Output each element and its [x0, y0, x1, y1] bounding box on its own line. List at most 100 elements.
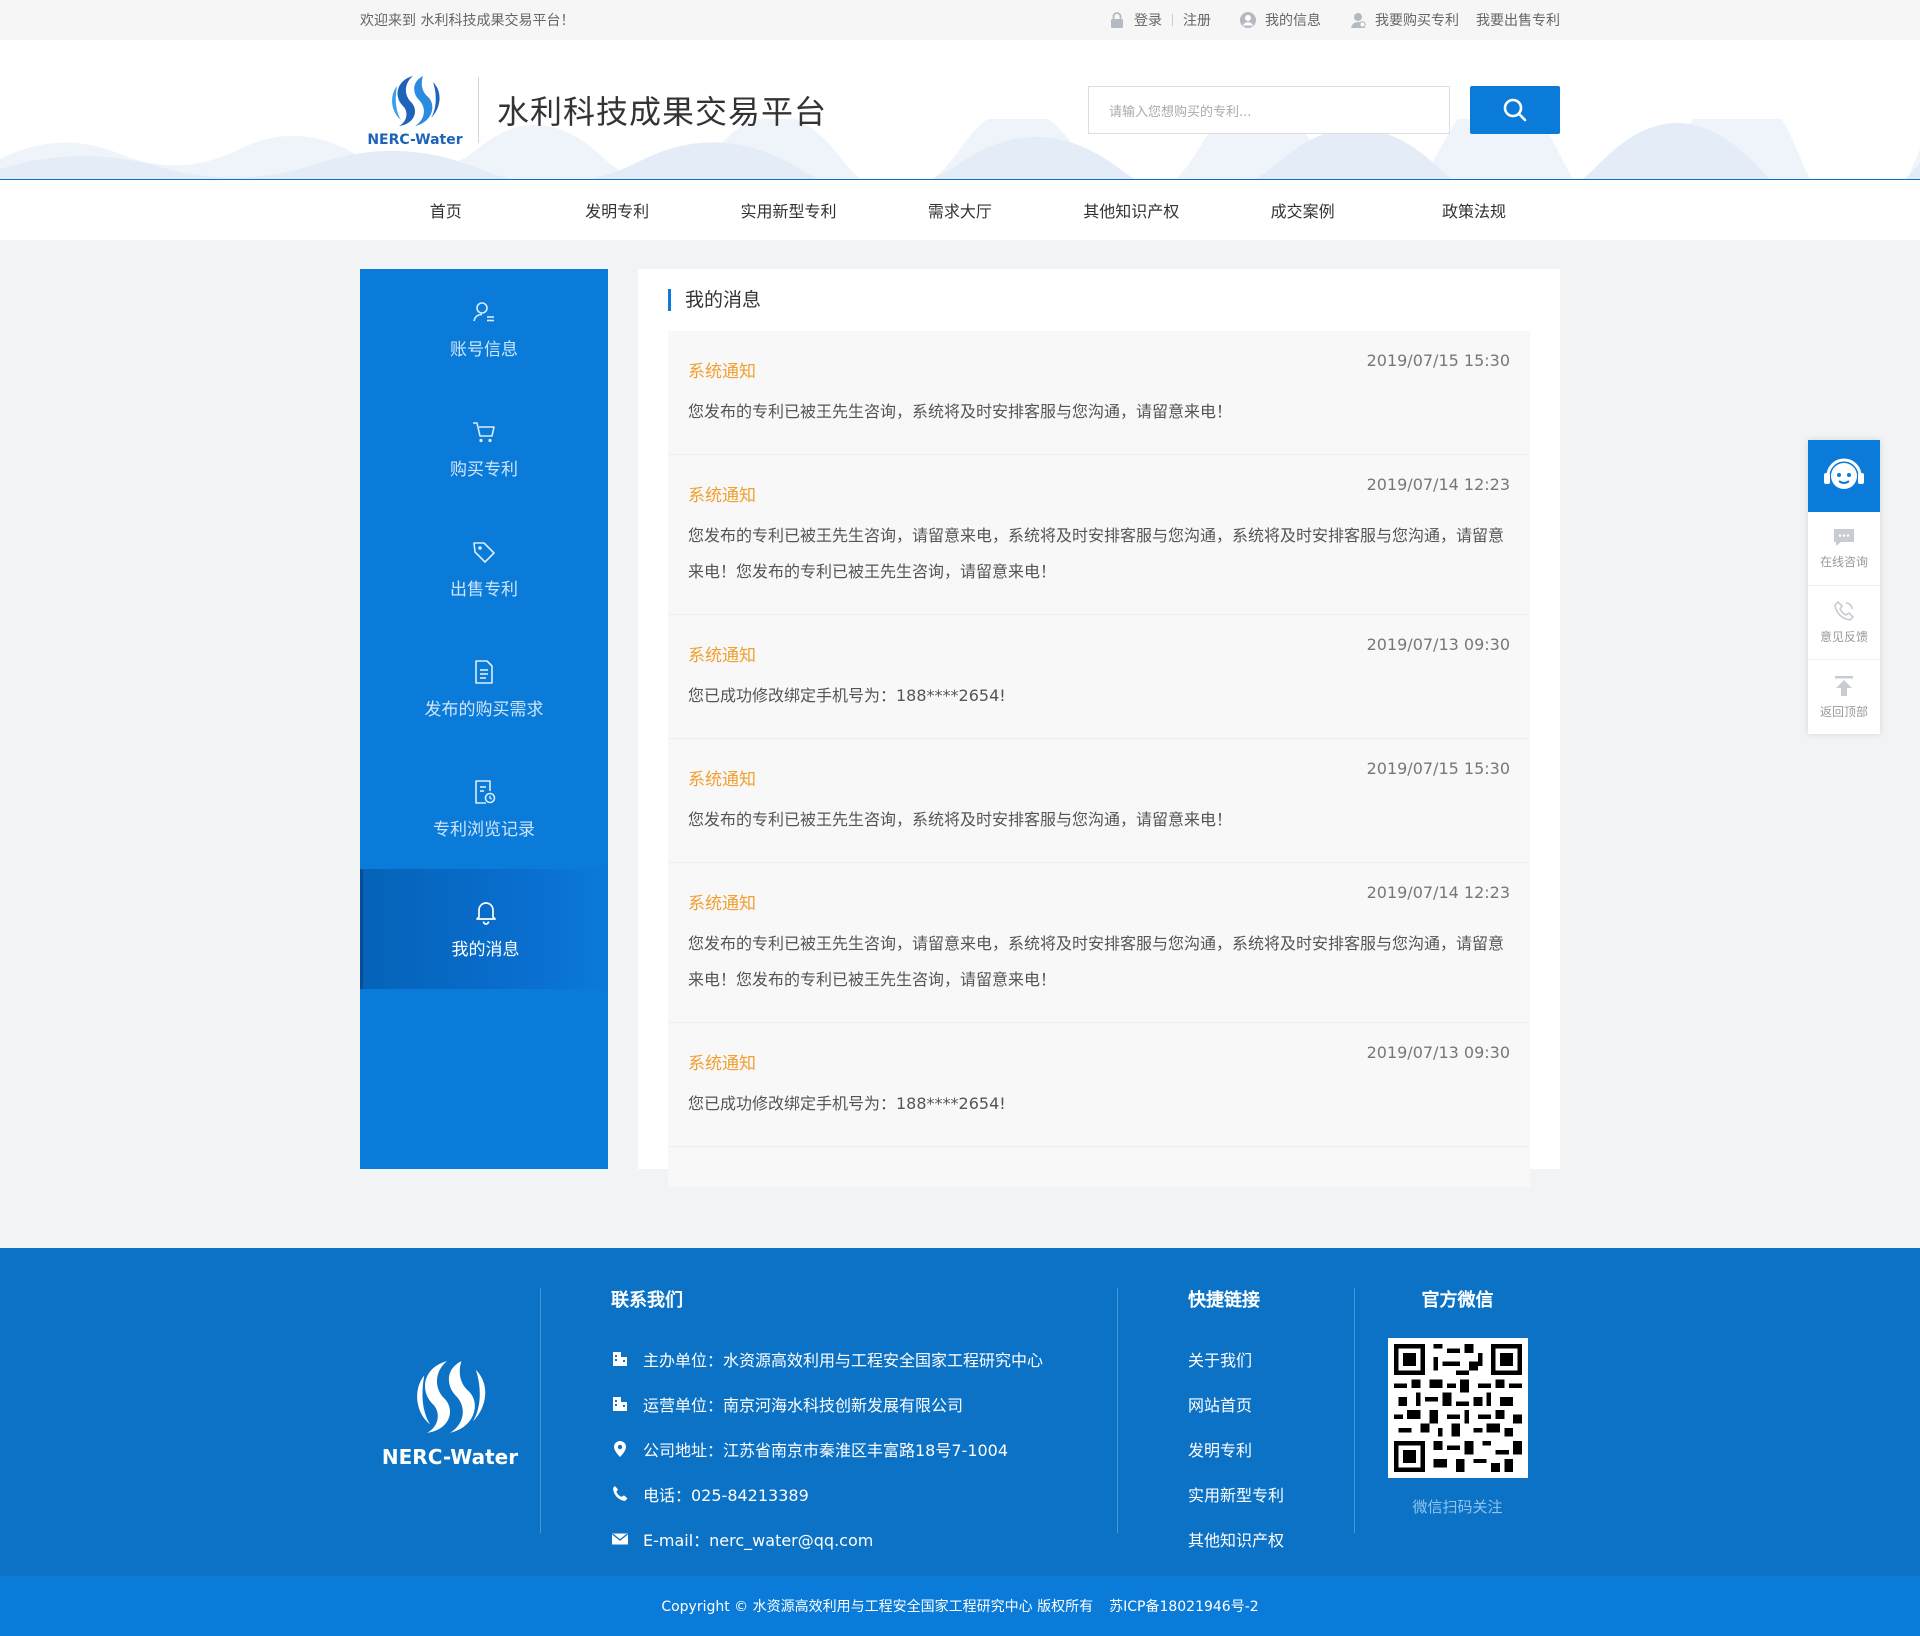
online-consult-label: 在线咨询 — [1819, 555, 1868, 569]
bell-icon — [475, 901, 496, 925]
contact-text: 运营单位：南京河海水科技创新发展有限公司 — [643, 1395, 964, 1415]
nav-item-invention-patent[interactable]: 发明专利 — [531, 198, 702, 222]
register-link[interactable]: 注册 — [1183, 10, 1211, 30]
contact-title: 联系我们 — [611, 1290, 683, 1311]
wechat-title: 官方微信 — [1421, 1290, 1494, 1311]
buyer-icon — [1351, 13, 1366, 28]
contact-address: 公司地址：江苏省南京市秦淮区丰富路18号7-1004 — [611, 1426, 1117, 1471]
sidebar-item-label: 账号信息 — [450, 339, 518, 360]
message-date: 2019/07/15 15:30 — [1366, 351, 1510, 370]
online-consult-button[interactable]: 在线咨询 — [1808, 512, 1880, 586]
building-icon — [613, 1396, 627, 1411]
top-bar: 欢迎来到 水利科技成果交易平台！ 登录 注册 我的信息 我要购买专利 我要出售专… — [0, 0, 1920, 40]
my-info-link[interactable]: 我的信息 — [1265, 10, 1321, 30]
header: NERC-Water 水利科技成果交易平台 请输入您想购买的专利... — [0, 40, 1920, 180]
feedback-button[interactable]: 意见反馈 — [1808, 586, 1880, 660]
list-item[interactable]: 系统通知 2019/07/13 09:30 您已成功修改绑定手机号为：188**… — [668, 1023, 1530, 1147]
phone-icon — [613, 1485, 628, 1501]
list-item[interactable]: 系统通知 2019/07/15 15:30 您发布的专利已被王先生咨询，系统将及… — [668, 739, 1530, 863]
logo-text: NERC-Water — [367, 132, 463, 148]
list-item[interactable]: 系统通知 2019/07/13 09:30 您已成功修改绑定手机号为：188**… — [668, 615, 1530, 739]
nav-item-other-ip[interactable]: 其他知识产权 — [1046, 198, 1217, 222]
contact-text: 公司地址：江苏省南京市秦淮区丰富路18号7-1004 — [643, 1440, 1009, 1460]
lock-icon — [1111, 12, 1123, 28]
contact-text: 主办单位：水资源高效利用与工程安全国家工程研究中心 — [643, 1350, 1044, 1370]
message-text: 您已成功修改绑定手机号为：188****2654! — [688, 686, 1006, 705]
message-date: 2019/07/14 12:23 — [1366, 475, 1510, 494]
copyright-text: Copyright © 水资源高效利用与工程安全国家工程研究中心 版权所有 — [661, 1599, 1094, 1615]
message-text: 您发布的专利已被王先生咨询，系统将及时安排客服与您沟通，请留意来电！ — [688, 810, 1233, 829]
copyright-bar: Copyright © 水资源高效利用与工程安全国家工程研究中心 版权所有 苏I… — [0, 1576, 1920, 1636]
site-title: 水利科技成果交易平台 — [497, 93, 828, 131]
footer-link-home[interactable]: 网站首页 — [1188, 1381, 1354, 1426]
message-date: 2019/07/15 15:30 — [1366, 759, 1510, 778]
tag-icon — [473, 541, 495, 563]
contact-phone: 电话：025-84213389 — [611, 1471, 1117, 1516]
message-text: 您发布的专利已被王先生咨询，请留意来电，系统将及时安排客服与您沟通，系统将及时安… — [688, 934, 1505, 989]
phone-feedback-icon — [1834, 600, 1855, 621]
nav-item-demand-hall[interactable]: 需求大厅 — [874, 198, 1045, 222]
footer-contact: 联系我们 主办单位：水资源高效利用与工程安全国家工程研究中心 运营单位：南京河海… — [541, 1248, 1117, 1576]
page-title: 我的消息 — [668, 289, 1530, 311]
footer-link-about[interactable]: 关于我们 — [1188, 1336, 1354, 1381]
sidebar-item-history[interactable]: 专利浏览记录 — [360, 749, 608, 869]
message-text: 您发布的专利已被王先生咨询，请留意来电，系统将及时安排客服与您沟通，系统将及时安… — [688, 526, 1505, 581]
sidebar-item-label: 专利浏览记录 — [433, 819, 535, 840]
buy-patent-link[interactable]: 我要购买专利 — [1375, 10, 1459, 30]
nav-item-policy[interactable]: 政策法规 — [1388, 198, 1559, 222]
footer-link-utility[interactable]: 实用新型专利 — [1188, 1471, 1354, 1516]
list-item[interactable]: 系统通知 2019/07/14 12:23 您发布的专利已被王先生咨询，请留意来… — [668, 455, 1530, 615]
sidebar-item-account[interactable]: 账号信息 — [360, 269, 608, 389]
user-icon — [473, 301, 494, 321]
footer: NERC-Water 联系我们 主办单位：水资源高效利用与工程安全国家工程研究中… — [0, 1248, 1920, 1576]
search-bar: 请输入您想购买的专利... — [1088, 86, 1560, 134]
contact-sponsor: 主办单位：水资源高效利用与工程安全国家工程研究中心 — [611, 1336, 1117, 1381]
message-list: 系统通知 2019/07/15 15:30 您发布的专利已被王先生咨询，系统将及… — [668, 331, 1530, 1187]
floating-toolbar: 在线咨询 意见反馈 返回顶部 — [1808, 440, 1880, 734]
building-icon — [613, 1351, 627, 1366]
back-to-top-button[interactable]: 返回顶部 — [1808, 660, 1880, 734]
contact-text: 电话：025-84213389 — [643, 1485, 809, 1505]
search-button[interactable] — [1470, 86, 1560, 134]
contact-text: E-mail：nerc_water@qq.com — [643, 1530, 874, 1550]
main-nav: 首页 发明专利 实用新型专利 需求大厅 其他知识产权 成交案例 政策法规 — [0, 180, 1920, 240]
sidebar-item-label: 出售专利 — [450, 579, 518, 600]
sell-patent-link[interactable]: 我要出售专利 — [1476, 10, 1560, 30]
qr-code-icon — [1393, 1344, 1522, 1472]
list-item[interactable]: 系统通知 2019/07/14 12:23 您发布的专利已被王先生咨询，请留意来… — [668, 863, 1530, 1023]
user-circle-icon — [1240, 12, 1256, 28]
sidebar-item-sell[interactable]: 出售专利 — [360, 509, 608, 629]
footer-quick-links: 快捷链接 关于我们 网站首页 发明专利 实用新型专利 其他知识产权 — [1118, 1248, 1354, 1576]
nav-item-home[interactable]: 首页 — [360, 198, 531, 222]
welcome-text: 欢迎来到 水利科技成果交易平台！ — [360, 13, 575, 29]
nav-item-utility-patent[interactable]: 实用新型专利 — [703, 198, 874, 222]
customer-service-button[interactable] — [1808, 440, 1880, 512]
search-input[interactable]: 请输入您想购买的专利... — [1088, 86, 1450, 134]
sidebar-item-label: 我的消息 — [451, 939, 520, 960]
sidebar-item-buy[interactable]: 购买专利 — [360, 389, 608, 509]
customer-service-icon — [1824, 458, 1864, 489]
sidebar-item-demands[interactable]: 发布的购买需求 — [360, 629, 608, 749]
list-item[interactable]: 系统通知 2019/07/15 15:30 您发布的专利已被王先生咨询，系统将及… — [668, 331, 1530, 455]
sidebar: 账号信息 购买专利 出售专利 发布的购买需求 专利浏览记录 我的消息 — [360, 269, 608, 1169]
nav-item-cases[interactable]: 成交案例 — [1217, 198, 1388, 222]
footer-link-other-ip[interactable]: 其他知识产权 — [1188, 1516, 1354, 1561]
footer-link-invention[interactable]: 发明专利 — [1188, 1426, 1354, 1471]
sidebar-item-messages[interactable]: 我的消息 — [360, 869, 608, 989]
feedback-label: 意见反馈 — [1819, 630, 1868, 644]
back-to-top-label: 返回顶部 — [1819, 704, 1868, 719]
cart-icon — [473, 421, 495, 442]
footer-logo-text: NERC-Water — [381, 1445, 519, 1469]
nerc-logo-icon — [392, 76, 440, 126]
document-icon — [475, 659, 493, 684]
message-date: 2019/07/13 09:30 — [1366, 635, 1510, 654]
location-icon — [614, 1440, 626, 1457]
message-date: 2019/07/14 12:23 — [1366, 883, 1510, 902]
message-text: 您已成功修改绑定手机号为：188****2654! — [688, 1094, 1006, 1113]
icp-text[interactable]: 苏ICP备18021946号-2 — [1109, 1596, 1259, 1616]
history-icon — [475, 779, 496, 804]
site-logo[interactable]: NERC-Water — [360, 72, 470, 148]
chat-icon — [1834, 529, 1854, 546]
login-link[interactable]: 登录 — [1134, 10, 1162, 30]
wechat-qr-code — [1387, 1338, 1528, 1478]
